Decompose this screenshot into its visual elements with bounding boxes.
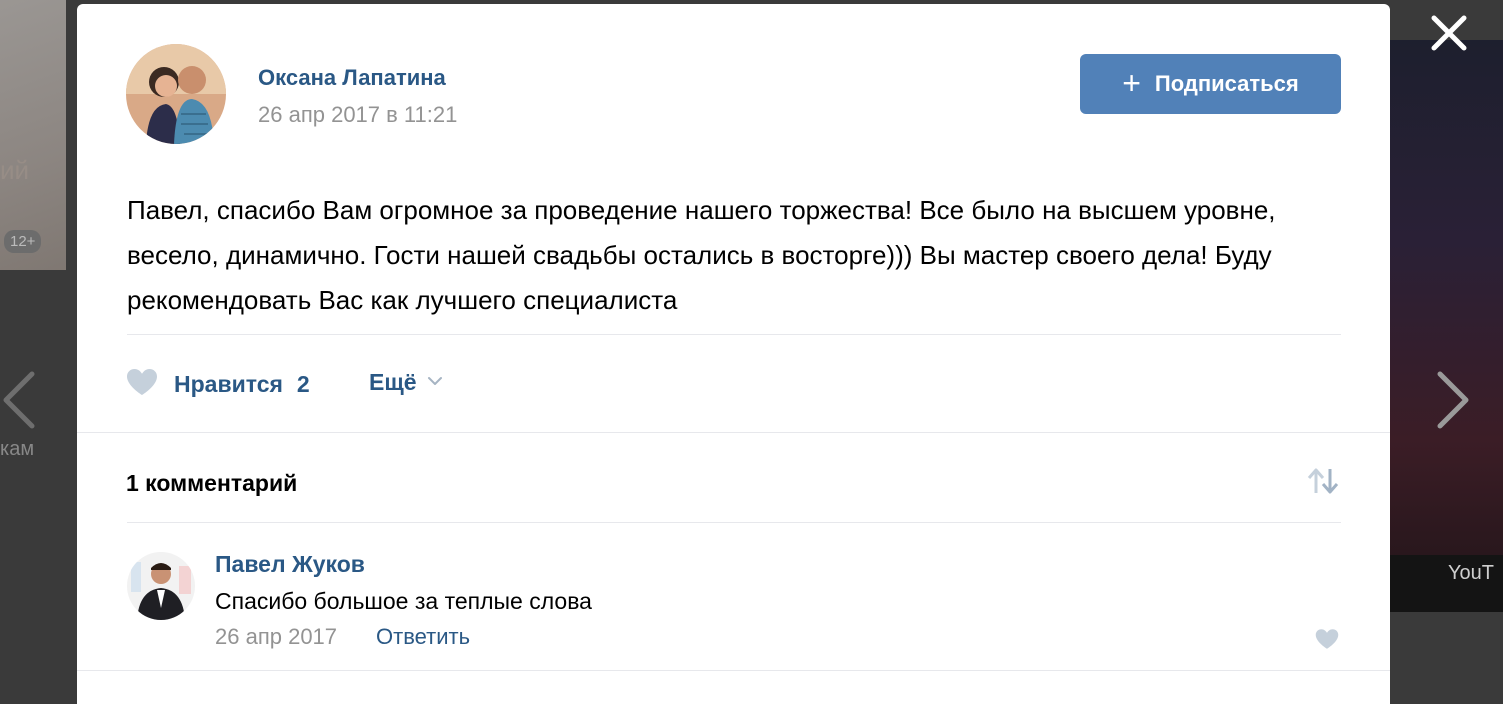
comments-count: 1 комментарий [126, 470, 298, 496]
subscribe-button-label: Подписаться [1154, 71, 1299, 96]
author-avatar[interactable] [126, 44, 226, 144]
background-video-label: YouT [1448, 562, 1494, 584]
heart-icon [126, 368, 158, 401]
background-cut-text: кам [0, 438, 35, 460]
like-count: 2 [296, 371, 310, 397]
chevron-left-icon[interactable] [0, 370, 42, 430]
post-body-text: Павел, спасибо Вам огромное за проведени… [127, 195, 1276, 315]
divider [77, 432, 1390, 433]
chevron-right-icon[interactable] [1432, 370, 1474, 430]
subscribe-button[interactable]: + Подписаться [1080, 54, 1341, 114]
comment-author-avatar[interactable] [127, 552, 195, 620]
background-video-thumbnail [1390, 40, 1503, 612]
comment-text: Спасибо большое за теплые слова [215, 588, 592, 614]
like-button[interactable]: Нравится 2 [126, 368, 310, 401]
close-icon[interactable] [1426, 10, 1472, 56]
post-timestamp[interactable]: 26 апр 2017 в 11:21 [258, 102, 457, 128]
chevron-down-icon [427, 374, 443, 392]
divider [127, 522, 1341, 523]
background-text: ий [0, 155, 30, 185]
age-rating-badge: 12+ [4, 230, 42, 253]
comment-author-link[interactable]: Павел Жуков [215, 551, 365, 578]
comment-reply-link[interactable]: Ответить [376, 624, 470, 650]
comment-timestamp[interactable]: 26 апр 2017 [215, 624, 337, 650]
like-label: Нравится [174, 371, 283, 397]
more-label: Ещё [369, 369, 417, 395]
more-actions-button[interactable]: Ещё [369, 369, 443, 396]
divider [127, 334, 1341, 335]
divider [77, 670, 1390, 671]
heart-icon[interactable] [1315, 628, 1339, 650]
post-modal: Оксана Лапатина 26 апр 2017 в 11:21 + По… [77, 4, 1390, 704]
plus-icon: + [1122, 64, 1141, 101]
author-name-link[interactable]: Оксана Лапатина [258, 65, 446, 91]
sort-icon[interactable] [1305, 466, 1341, 496]
